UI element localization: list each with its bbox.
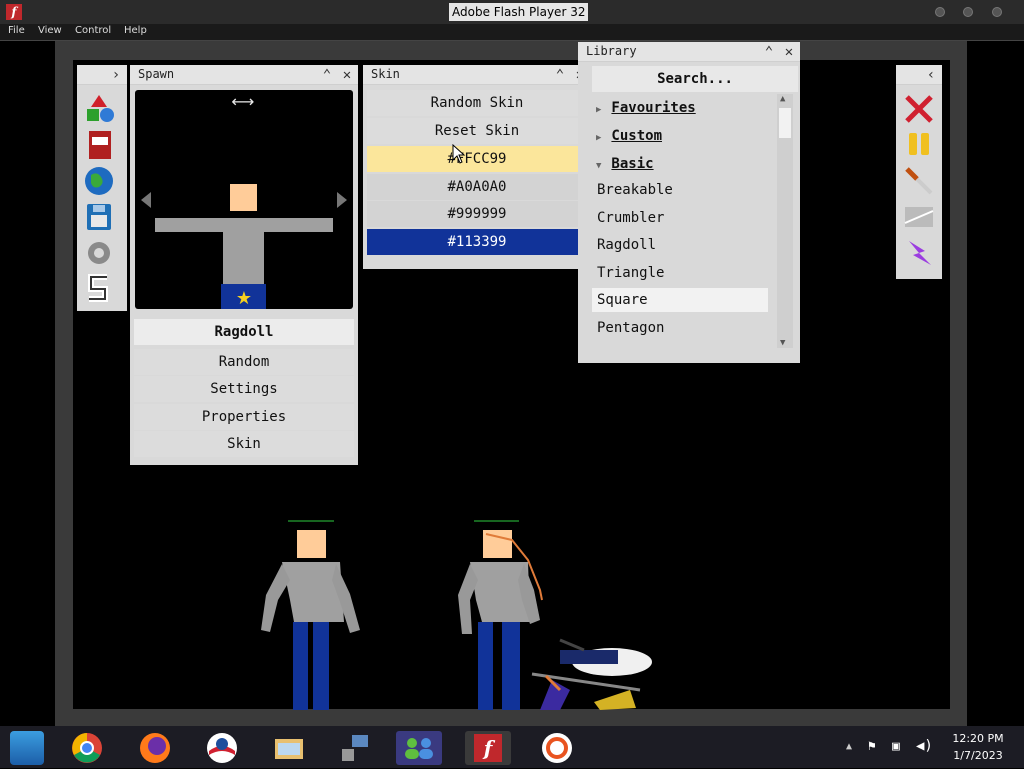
library-panel: Library ⌃ ✕ Search... ▲ ▼ ▶ Favourites ▶ Cu… bbox=[578, 42, 800, 363]
save-disk-icon[interactable] bbox=[83, 201, 115, 233]
delete-x-icon[interactable] bbox=[903, 93, 935, 125]
collapse-icon[interactable]: ⌃ bbox=[551, 65, 569, 85]
library-scrollbar[interactable]: ▲ ▼ bbox=[777, 94, 793, 348]
close-icon[interactable]: ✕ bbox=[338, 65, 356, 85]
object-pile[interactable] bbox=[531, 638, 652, 710]
people-icon bbox=[405, 738, 433, 759]
lightning-icon[interactable] bbox=[903, 237, 935, 269]
spawn-panel-title: Spawn bbox=[138, 67, 175, 81]
chevron-right-icon: ▶ bbox=[596, 133, 602, 143]
network-icon[interactable]: ▣ bbox=[892, 739, 900, 754]
close-icon[interactable]: ✕ bbox=[780, 42, 798, 62]
right-toolbar-header: ‹ bbox=[896, 65, 942, 85]
skin-panel-title: Skin bbox=[371, 67, 400, 81]
library-panel-header: Library ⌃ ✕ bbox=[578, 42, 800, 62]
library-item[interactable]: Crumbler bbox=[592, 206, 768, 230]
skin-panel-header: Skin ⌃ ✕ bbox=[363, 65, 591, 85]
library-folder-label: Favourites bbox=[611, 100, 696, 116]
flag-icon[interactable]: ⚑ bbox=[868, 739, 876, 754]
library-item[interactable]: Triangle bbox=[592, 261, 768, 285]
library-item[interactable]: Pentagon bbox=[592, 316, 768, 340]
library-folder-label: Custom bbox=[611, 128, 662, 144]
library-book-icon[interactable] bbox=[83, 129, 115, 161]
chevron-down-icon: ▼ bbox=[596, 161, 602, 171]
file-explorer-icon[interactable] bbox=[272, 731, 306, 765]
scroll-up-icon[interactable]: ▲ bbox=[780, 94, 785, 104]
library-folder[interactable]: ▶ Custom bbox=[596, 124, 772, 148]
random-skin-button[interactable]: Random Skin bbox=[367, 90, 587, 116]
scroll-down-icon[interactable]: ▼ bbox=[780, 338, 785, 348]
media-center-icon[interactable] bbox=[10, 731, 44, 765]
tray-overflow-icon[interactable]: ▲ bbox=[846, 741, 852, 752]
left-toolbar: › bbox=[77, 65, 127, 311]
library-item[interactable]: Ragdoll bbox=[592, 233, 768, 257]
clock-time: 12:20 PM bbox=[952, 732, 1004, 745]
svg-text:⟷: ⟷ bbox=[232, 92, 255, 111]
network-computer-icon[interactable] bbox=[338, 731, 372, 765]
left-toolbar-header: › bbox=[77, 65, 127, 85]
collapse-icon[interactable]: ⌃ bbox=[760, 42, 778, 62]
random-button[interactable]: Random bbox=[134, 349, 354, 375]
right-toolbar: ‹ bbox=[896, 65, 942, 279]
selected-spawn-item[interactable]: Ragdoll bbox=[134, 319, 354, 345]
chevron-left-icon[interactable]: ‹ bbox=[922, 65, 940, 85]
skin-button[interactable]: Skin bbox=[134, 431, 354, 457]
skin-color-option[interactable]: #113399 bbox=[367, 228, 587, 255]
skin-color-option[interactable]: #FFCC99 bbox=[367, 146, 587, 172]
skin-color-option[interactable]: #A0A0A0 bbox=[367, 173, 587, 200]
knife-icon[interactable] bbox=[903, 165, 935, 197]
library-folder[interactable]: ▼ Basic bbox=[596, 152, 772, 176]
skin-color-option[interactable]: #999999 bbox=[367, 201, 587, 227]
library-panel-title: Library bbox=[586, 44, 637, 58]
settings-button[interactable]: Settings bbox=[134, 376, 354, 402]
spawn-panel: Spawn ⌃ ✕ ⟷ ★ Ragdoll Random Settings Pr… bbox=[130, 65, 358, 465]
spawn-panel-header: Spawn ⌃ ✕ bbox=[130, 65, 358, 85]
ragdoll-figure[interactable] bbox=[458, 520, 543, 710]
pause-icon[interactable] bbox=[903, 129, 935, 161]
flash-icon: f bbox=[474, 734, 502, 762]
library-folder[interactable]: ▶ Favourites bbox=[596, 96, 772, 120]
flash-player-taskbar-icon[interactable]: f bbox=[465, 731, 511, 765]
mouse-cursor bbox=[452, 144, 466, 164]
shapes-icon[interactable] bbox=[83, 93, 115, 125]
ubuntu-icon[interactable] bbox=[540, 731, 574, 765]
scrollbar-thumb[interactable] bbox=[779, 108, 791, 138]
chevron-right-icon: ▶ bbox=[596, 105, 602, 115]
svg-text:★: ★ bbox=[236, 288, 252, 309]
library-item[interactable]: Square bbox=[592, 288, 768, 312]
chevron-right-icon[interactable]: › bbox=[107, 65, 125, 85]
ragdoll-figure[interactable] bbox=[261, 520, 360, 710]
gear-icon[interactable] bbox=[83, 237, 115, 269]
collapse-icon[interactable]: ⌃ bbox=[318, 65, 336, 85]
messenger-icon[interactable] bbox=[396, 731, 442, 765]
slice-icon[interactable] bbox=[903, 201, 935, 233]
library-item[interactable]: Breakable bbox=[592, 178, 768, 202]
clock[interactable]: 12:20 PM 1/7/2023 bbox=[950, 732, 1006, 762]
library-folder-label: Basic bbox=[611, 156, 654, 172]
skin-panel: Skin ⌃ ✕ Random Skin Reset Skin #FFCC99#… bbox=[363, 65, 591, 269]
s-logo-icon[interactable] bbox=[83, 273, 115, 305]
library-search-input[interactable]: Search... bbox=[592, 66, 798, 92]
chrome-icon[interactable] bbox=[70, 731, 104, 765]
firefox-icon[interactable] bbox=[138, 731, 172, 765]
properties-button[interactable]: Properties bbox=[134, 404, 354, 430]
ragdoll-preview: ⟷ ★ bbox=[141, 92, 347, 309]
spawn-preview[interactable]: ⟷ ★ bbox=[135, 90, 353, 309]
globe-icon[interactable] bbox=[83, 165, 115, 197]
reset-skin-button[interactable]: Reset Skin bbox=[367, 118, 587, 144]
volume-icon[interactable]: ◀) bbox=[916, 738, 933, 754]
obama-logo-icon[interactable] bbox=[205, 731, 239, 765]
clock-date: 1/7/2023 bbox=[953, 749, 1003, 762]
